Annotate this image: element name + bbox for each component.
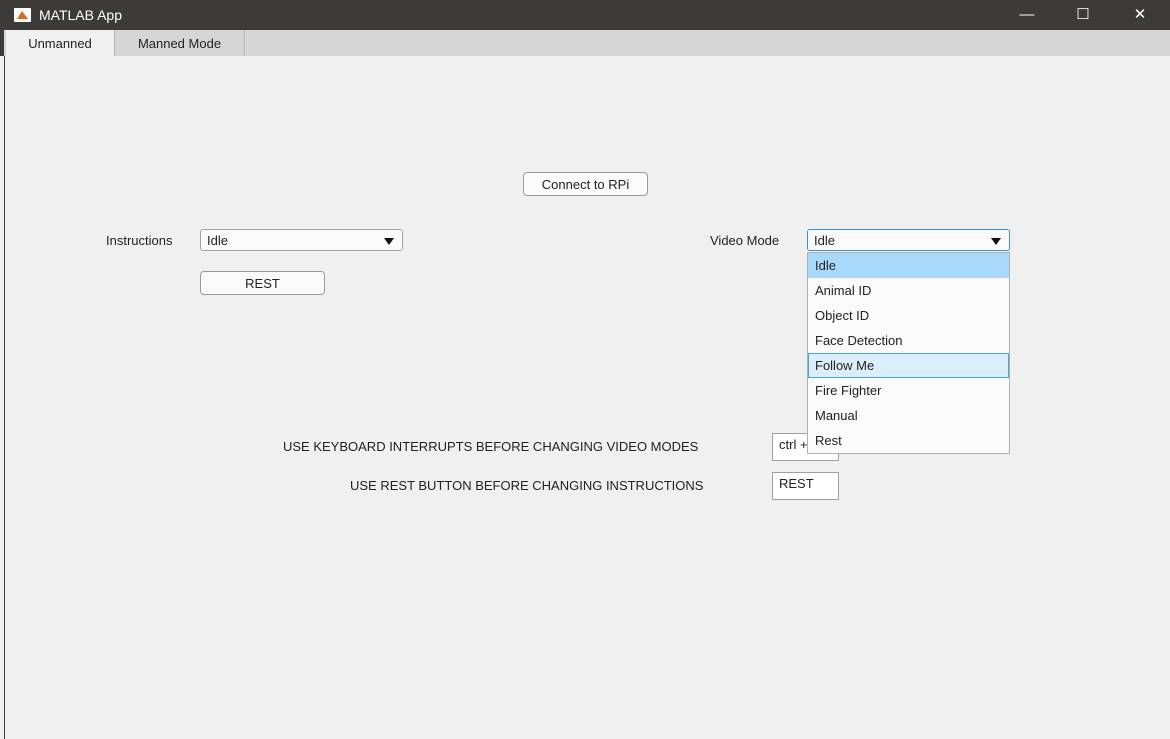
option-follow-me[interactable]: Follow Me <box>808 353 1009 378</box>
close-button[interactable]: ✕ <box>1125 4 1155 26</box>
chevron-down-icon <box>384 238 394 245</box>
rest-field[interactable]: REST <box>772 472 839 500</box>
tab-manned-mode[interactable]: Manned Mode <box>115 30 245 56</box>
chevron-down-icon <box>991 238 1001 245</box>
keyboard-interrupt-note: USE KEYBOARD INTERRUPTS BEFORE CHANGING … <box>283 439 699 454</box>
video-mode-options-list: Idle Animal ID Object ID Face Detection … <box>807 252 1010 454</box>
option-object-id[interactable]: Object ID <box>808 303 1009 328</box>
option-manual[interactable]: Manual <box>808 403 1009 428</box>
tab-bar: Unmanned Manned Mode <box>0 30 1170 56</box>
video-mode-value: Idle <box>814 233 835 248</box>
instructions-dropdown[interactable]: Idle <box>200 229 403 251</box>
instructions-label: Instructions <box>106 233 173 248</box>
matlab-logo-icon <box>14 8 31 22</box>
connect-rpi-button[interactable]: Connect to RPi <box>523 172 648 196</box>
video-mode-dropdown[interactable]: Idle <box>807 229 1010 251</box>
video-mode-label: Video Mode <box>710 233 780 248</box>
minimize-button[interactable]: — <box>1012 4 1042 26</box>
rest-button[interactable]: REST <box>200 271 325 295</box>
instructions-value: Idle <box>207 233 228 248</box>
option-face-detection[interactable]: Face Detection <box>808 328 1009 353</box>
rest-button-note: USE REST BUTTON BEFORE CHANGING INSTRUCT… <box>350 478 704 493</box>
tab-unmanned[interactable]: Unmanned <box>6 30 115 56</box>
maximize-button[interactable]: ☐ <box>1068 4 1098 26</box>
title-bar: MATLAB App — ☐ ✕ <box>0 0 1170 30</box>
option-idle[interactable]: Idle <box>808 253 1009 278</box>
option-fire-fighter[interactable]: Fire Fighter <box>808 378 1009 403</box>
window-title: MATLAB App <box>39 7 123 23</box>
option-rest[interactable]: Rest <box>808 428 1009 453</box>
option-animal-id[interactable]: Animal ID <box>808 278 1009 303</box>
